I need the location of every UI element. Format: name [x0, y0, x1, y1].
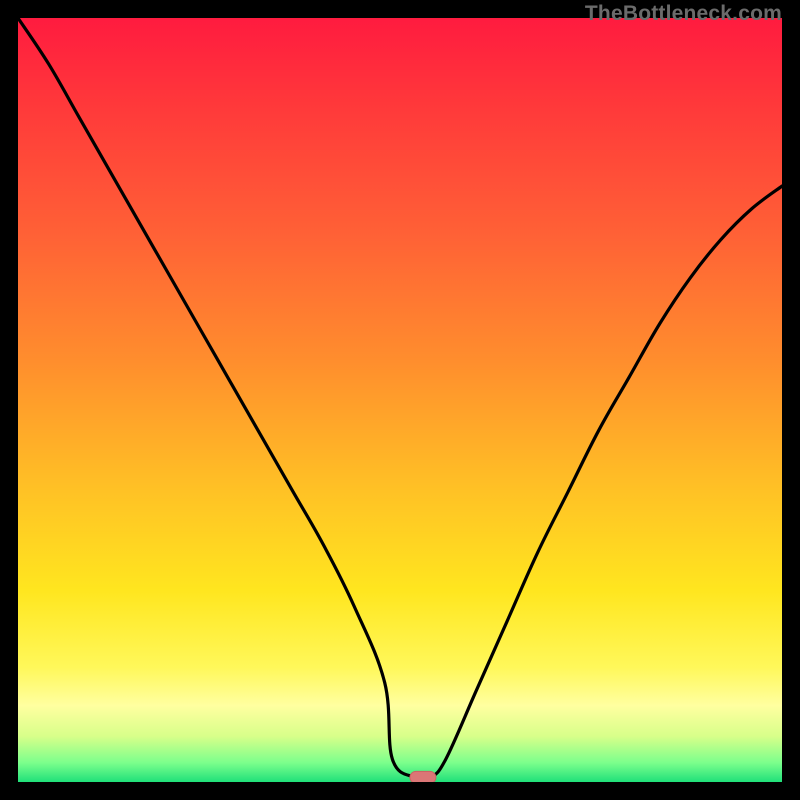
gradient-background — [18, 18, 782, 782]
watermark-label: TheBottleneck.com — [585, 2, 782, 26]
chart-svg — [18, 18, 782, 782]
chart-frame: TheBottleneck.com — [0, 0, 800, 800]
optimal-marker — [410, 771, 436, 782]
chart-plot-area — [18, 18, 782, 782]
